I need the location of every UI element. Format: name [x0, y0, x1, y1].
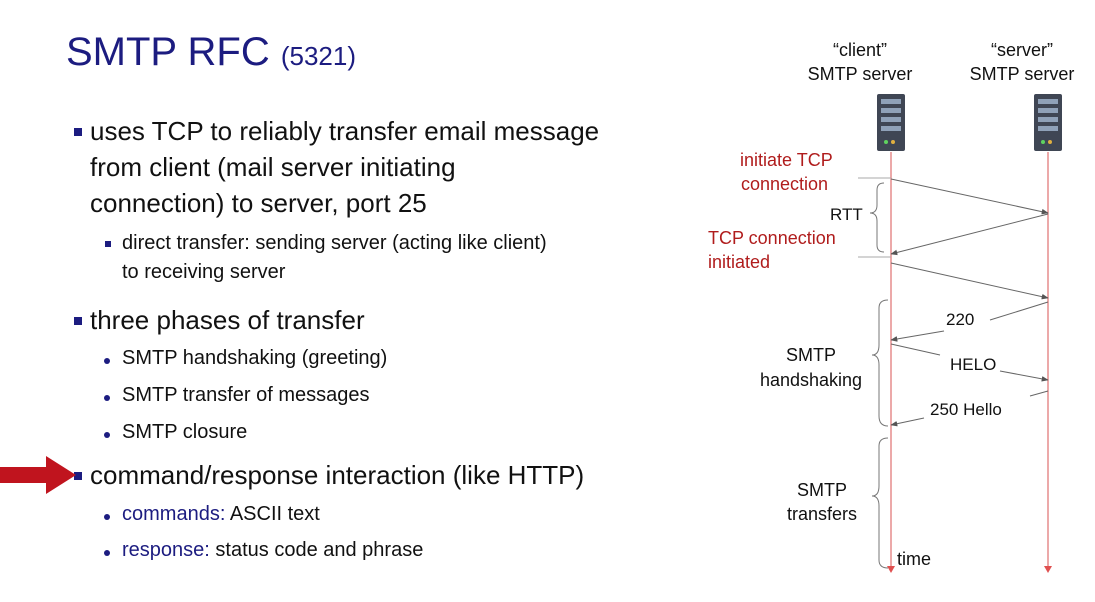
msg-250-seg: [1029, 390, 1049, 397]
pointer-arrow-icon: [0, 456, 76, 494]
rtt-brace: [869, 182, 885, 253]
server-icon: [1034, 94, 1062, 151]
msg-220-seg: [989, 301, 1049, 321]
msg-helo-seg: [890, 343, 941, 356]
client-header-line2: SMTP server: [807, 64, 913, 84]
msg-250-arrow: [890, 417, 925, 427]
msg-helo-arrow: [999, 370, 1049, 382]
tcp-initiated-label-line1: TCP connection: [708, 228, 836, 248]
smtp-sequence-diagram: [0, 94, 1062, 573]
client-timeline: [887, 152, 895, 573]
msg-250-label: 250 Hello: [930, 400, 1002, 419]
transfers-label-line1: SMTP: [796, 480, 847, 500]
server-header-line2: SMTP server: [969, 64, 1075, 84]
client-header-line1: “client”: [832, 40, 887, 60]
rtt-label: RTT: [830, 205, 863, 224]
server-icon: [877, 94, 905, 151]
time-label: time: [897, 549, 932, 569]
ack-arrow: [890, 262, 1049, 300]
msg-helo-label: HELO: [950, 355, 997, 374]
handshaking-label-line1: SMTP: [785, 345, 836, 365]
handshaking-label-line2: handshaking: [759, 370, 863, 390]
initiate-tcp-label-line2: connection: [741, 174, 829, 194]
transfers-brace: [871, 437, 889, 569]
handshaking-brace: [871, 299, 889, 427]
synack-arrow: [890, 213, 1049, 256]
server-header-line1: “server”: [991, 40, 1053, 60]
transfers-label-line2: transfers: [786, 504, 858, 524]
msg-220-label: 220: [946, 310, 975, 329]
initiate-tcp-label-line1: initiate TCP: [740, 150, 833, 170]
tcp-initiated-label-line2: initiated: [708, 252, 771, 272]
syn-arrow: [890, 178, 1049, 215]
msg-220-arrow: [890, 330, 945, 342]
